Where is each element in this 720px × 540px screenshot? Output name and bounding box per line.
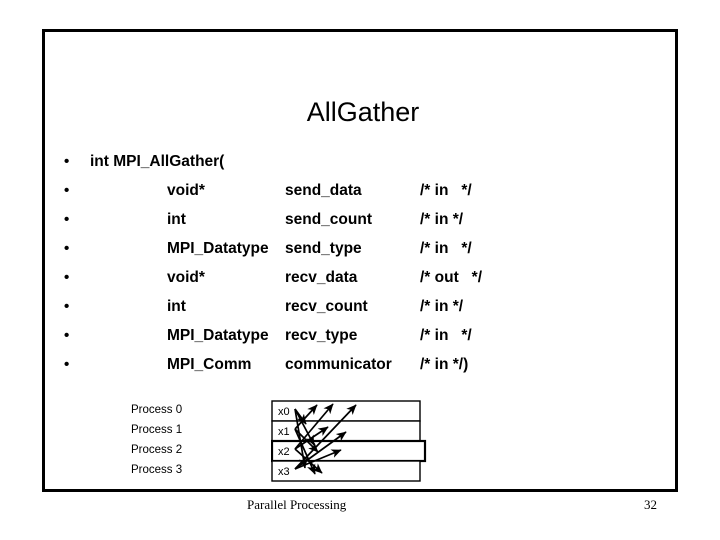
signature-comment: /* in */) bbox=[420, 356, 469, 373]
list-item: • int recv_count /* in */ bbox=[45, 295, 681, 324]
list-item: • void* send_data /* in */ bbox=[45, 179, 681, 208]
signature-type: MPI_Comm bbox=[167, 356, 252, 373]
signature-comment: /* in */ bbox=[420, 240, 472, 257]
signature-param: recv_data bbox=[285, 269, 358, 286]
signature-type: int bbox=[167, 211, 186, 228]
signature-comment: /* in */ bbox=[420, 298, 464, 315]
signature-type: MPI_Datatype bbox=[167, 327, 269, 344]
list-item: • MPI_Datatype recv_type /* in */ bbox=[45, 324, 681, 353]
bullet-icon: • bbox=[64, 356, 70, 373]
list-item: • int send_count /* in */ bbox=[45, 208, 681, 237]
signature-type: void* bbox=[167, 182, 205, 199]
signature-text: int recv_count /* in */ bbox=[167, 295, 463, 319]
signature-param: send_count bbox=[285, 211, 372, 228]
footer-title: Parallel Processing bbox=[247, 497, 347, 512]
slide-frame: AllGather • int MPI_AllGather( • void* se… bbox=[42, 29, 678, 492]
bullet-icon: • bbox=[64, 298, 70, 315]
page-title: AllGather bbox=[306, 97, 420, 128]
signature-param: recv_count bbox=[285, 298, 368, 315]
signature-text: MPI_Comm communicator /* in */) bbox=[167, 353, 468, 377]
page-number: 32 bbox=[644, 497, 657, 512]
bullet-icon: • bbox=[64, 240, 70, 257]
bullet-icon: • bbox=[64, 182, 70, 199]
signature-param: send_type bbox=[285, 240, 362, 257]
process-grid-svg: x0 x1 x2 x3 bbox=[271, 400, 427, 482]
process-label: Process 3 bbox=[131, 464, 183, 476]
signature-text: void* recv_data /* out */ bbox=[167, 266, 482, 290]
process-row-box bbox=[271, 439, 427, 463]
cell-label: x0 bbox=[278, 406, 290, 418]
process-row-box bbox=[271, 400, 421, 422]
slide-footer: Parallel Processing 32 bbox=[0, 496, 720, 518]
signature-text: int send_count /* in */ bbox=[167, 208, 463, 232]
function-signature-list: • int MPI_AllGather( • void* send_data /* … bbox=[45, 150, 681, 382]
process-label: Process 0 bbox=[131, 404, 183, 416]
signature-type: void* bbox=[167, 269, 205, 286]
bullet-icon: • bbox=[64, 269, 70, 286]
process-label: Process 1 bbox=[131, 424, 183, 436]
signature-comment: /* in */ bbox=[420, 327, 472, 344]
list-item: • MPI_Datatype send_type /* in */ bbox=[45, 237, 681, 266]
process-row-box bbox=[271, 460, 421, 482]
list-item: • void* recv_data /* out */ bbox=[45, 266, 681, 295]
signature-text: void* send_data /* in */ bbox=[167, 179, 472, 203]
signature-text: int MPI_AllGather( bbox=[90, 150, 224, 174]
allgather-diagram: Process 0 Process 1 Process 2 Process 3 … bbox=[131, 400, 471, 495]
signature-param: communicator bbox=[285, 356, 392, 373]
signature-text: MPI_Datatype recv_type /* in */ bbox=[167, 324, 472, 348]
signature-comment: /* in */ bbox=[420, 211, 464, 228]
bullet-icon: • bbox=[64, 153, 70, 170]
cell-label: x3 bbox=[278, 466, 290, 478]
signature-param: send_data bbox=[285, 182, 362, 199]
cell-label: x2 bbox=[278, 446, 290, 458]
signature-type: int bbox=[167, 298, 186, 315]
cell-label: x1 bbox=[278, 426, 290, 438]
signature-type: int MPI_AllGather( bbox=[90, 153, 225, 170]
bullet-icon: • bbox=[64, 211, 70, 228]
signature-comment: /* out */ bbox=[420, 269, 482, 286]
list-item: • int MPI_AllGather( bbox=[45, 150, 681, 179]
signature-text: MPI_Datatype send_type /* in */ bbox=[167, 237, 472, 261]
signature-type: MPI_Datatype bbox=[167, 240, 269, 257]
bullet-icon: • bbox=[64, 327, 70, 344]
signature-param: recv_type bbox=[285, 327, 358, 344]
signature-comment: /* in */ bbox=[420, 182, 472, 199]
list-item: • MPI_Comm communicator /* in */) bbox=[45, 353, 681, 382]
process-label: Process 2 bbox=[131, 444, 183, 456]
process-label-column: Process 0 Process 1 Process 2 Process 3 bbox=[131, 400, 231, 480]
process-row-box bbox=[271, 420, 421, 442]
